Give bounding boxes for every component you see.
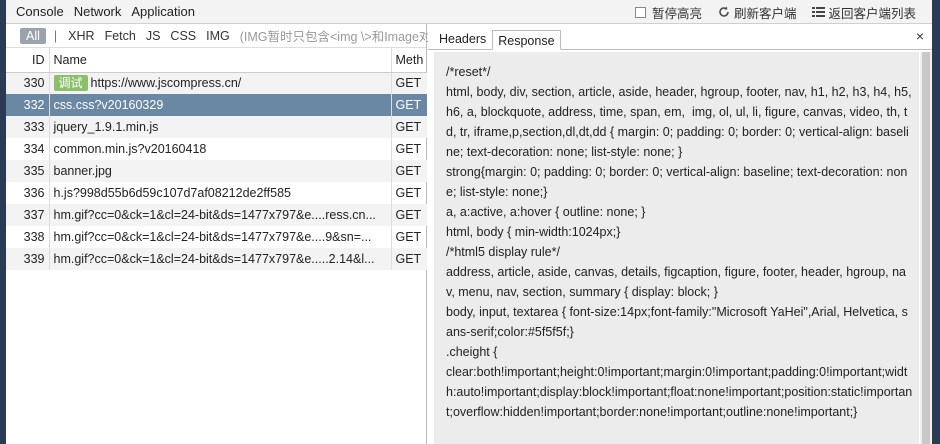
- row-name-cell: 调试 https://www.jscompress.cn/: [49, 72, 392, 94]
- row-id: 334: [6, 138, 50, 160]
- row-name: common.min.js?v20160418: [49, 138, 392, 160]
- request-list-panel: All | XHR Fetch JS CSS IMG (IMG暂时只包含<img…: [6, 24, 444, 444]
- tab-console[interactable]: Console: [6, 0, 69, 24]
- table-row-selected[interactable]: 332 css.css?v20160329 GET: [6, 94, 427, 116]
- row-method: GET: [391, 72, 427, 94]
- row-name: banner.jpg: [49, 160, 392, 182]
- refresh-client-button[interactable]: 刷新客户端: [718, 3, 797, 22]
- row-method: GET: [391, 160, 427, 182]
- row-method: GET: [391, 116, 427, 138]
- back-to-client-list-button[interactable]: 返回客户端列表: [812, 3, 916, 22]
- row-method: GET: [395, 230, 422, 244]
- filter-hint: (IMG暂时只包含<img \>和Image对象: [239, 30, 444, 44]
- column-header-name[interactable]: Name: [49, 48, 392, 73]
- devtools-window: Console Network Application 暂停高亮 刷新客户端 返…: [6, 0, 932, 444]
- row-id: 332: [6, 94, 50, 116]
- row-id: 330: [6, 72, 50, 94]
- tab-network[interactable]: Network: [69, 0, 127, 24]
- row-id: 336: [6, 182, 50, 204]
- pause-highlight-toggle[interactable]: 暂停高亮: [634, 3, 702, 22]
- row-name: css.css?v20160329: [49, 94, 392, 116]
- table-row[interactable]: 339 hm.gif?cc=0&ck=1&cl=24-bit&ds=1477x7…: [6, 248, 427, 270]
- table-row[interactable]: 334 common.min.js?v20160418 GET: [6, 138, 427, 160]
- toolbar-controls: 暂停高亮 刷新客户端 返回客户端列表: [634, 0, 932, 24]
- tab-response[interactable]: Response: [492, 30, 561, 50]
- debug-badge: 调试: [53, 75, 88, 92]
- row-name: hm.gif?cc=0&ck=1&cl=24-bit&ds=1477x797&e…: [49, 248, 392, 270]
- back-to-client-list-label: 返回客户端列表: [828, 6, 916, 21]
- table-row[interactable]: 335 banner.jpg GET: [6, 160, 427, 182]
- row-method: GET: [391, 204, 427, 226]
- filter-xhr[interactable]: XHR: [63, 29, 99, 43]
- row-name: hm.gif?cc=0&ck=1&cl=24-bit&ds=1477x797&e…: [49, 204, 392, 226]
- row-method: GET: [395, 186, 422, 200]
- detail-tabs: Headers Response ×: [428, 24, 932, 50]
- request-table: ID Name Meth 330 调试 https://www.jscompres…: [6, 48, 427, 270]
- filter-separator: |: [53, 28, 58, 43]
- table-row[interactable]: 333 jquery_1.9.1.min.js GET: [6, 116, 427, 138]
- close-icon[interactable]: ×: [916, 28, 924, 44]
- filter-img[interactable]: IMG: [201, 29, 235, 43]
- row-id: 337: [6, 204, 50, 226]
- row-name: https://www.jscompress.cn/: [90, 76, 242, 91]
- row-id: 333: [6, 116, 50, 138]
- list-icon: [812, 7, 826, 17]
- refresh-client-label: 刷新客户端: [733, 6, 797, 21]
- checkbox-icon[interactable]: [634, 6, 646, 18]
- row-name: hm.gif?cc=0&ck=1&cl=24-bit&ds=1477x797&e…: [49, 226, 392, 248]
- row-id: 338: [6, 226, 50, 248]
- refresh-icon: [719, 6, 729, 17]
- filter-js[interactable]: JS: [141, 29, 166, 43]
- row-method: GET: [391, 248, 427, 270]
- column-header-id[interactable]: ID: [6, 48, 50, 73]
- response-body: /*reset*/ html, body, div, section, arti…: [434, 52, 919, 444]
- row-method: GET: [391, 94, 427, 116]
- table-header: ID Name Meth: [6, 48, 427, 73]
- column-header-method[interactable]: Meth: [391, 48, 427, 73]
- filter-bar: All | XHR Fetch JS CSS IMG (IMG暂时只包含<img…: [6, 24, 444, 48]
- row-id: 339: [6, 248, 50, 270]
- table-row[interactable]: 337 hm.gif?cc=0&ck=1&cl=24-bit&ds=1477x7…: [6, 204, 427, 226]
- pause-highlight-label: 暂停高亮: [651, 6, 702, 21]
- table-row[interactable]: 338 hm.gif?cc=0&ck=1&cl=24-bit&ds=1477x7…: [6, 226, 427, 248]
- row-name: jquery_1.9.1.min.js: [49, 116, 392, 138]
- main-toolbar: Console Network Application 暂停高亮 刷新客户端 返…: [6, 0, 932, 24]
- filter-css[interactable]: CSS: [165, 29, 201, 43]
- table-row[interactable]: 336 h.js?998d55b6d59c107d7af08212de2ff58…: [6, 182, 427, 204]
- request-detail-panel: Headers Response × /*reset*/ html, body,…: [428, 24, 932, 444]
- row-name: h.js?998d55b6d59c107d7af08212de2ff585: [49, 182, 392, 204]
- response-scrollbar[interactable]: [920, 52, 932, 444]
- row-id: 335: [6, 160, 50, 182]
- scrollbar-thumb[interactable]: [922, 52, 930, 444]
- tab-application[interactable]: Application: [126, 0, 200, 24]
- filter-fetch[interactable]: Fetch: [100, 29, 141, 43]
- table-row[interactable]: 330 调试 https://www.jscompress.cn/ GET: [6, 72, 427, 94]
- filter-all[interactable]: All: [20, 27, 46, 44]
- row-method: GET: [395, 142, 422, 156]
- tab-headers[interactable]: Headers: [434, 29, 491, 49]
